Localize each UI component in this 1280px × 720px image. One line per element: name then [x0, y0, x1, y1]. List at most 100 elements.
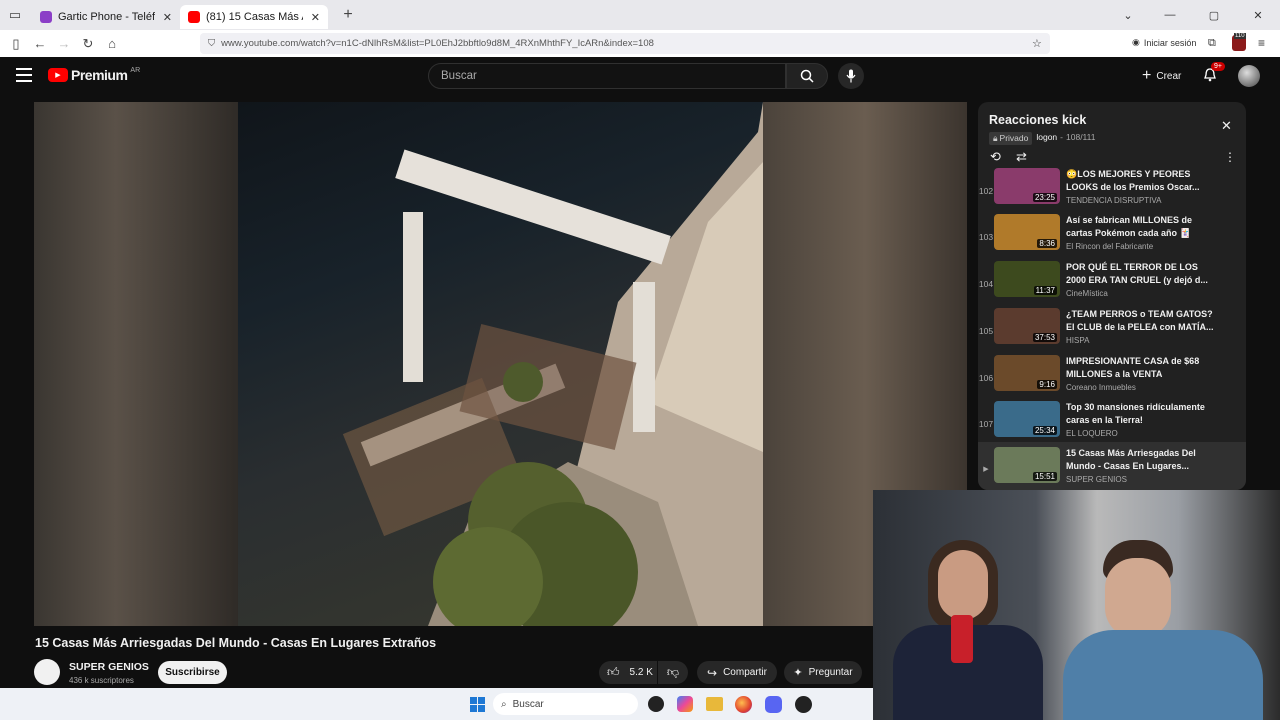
- obs-icon[interactable]: [795, 696, 812, 713]
- item-title: 😳LOS MEJORES Y PEORES LOOKS de los Premi…: [1066, 169, 1200, 192]
- create-button[interactable]: + Crear: [1132, 63, 1191, 89]
- copilot-icon[interactable]: [648, 696, 664, 712]
- shield-icon: ⛉: [208, 38, 216, 49]
- shuffle-icon[interactable]: ⇄: [1016, 149, 1027, 165]
- privacy-badge: 🔒︎ Privado: [989, 132, 1033, 145]
- like-count: 5.2 K: [629, 667, 653, 678]
- video-thumbnail: 25:34: [994, 401, 1060, 437]
- search-button[interactable]: [786, 63, 828, 89]
- extensions-icon[interactable]: ⧉: [1208, 37, 1216, 50]
- lock-icon: 🔒︎: [993, 133, 998, 143]
- close-tab-icon[interactable]: ✕: [163, 11, 172, 24]
- notification-badge: 9+: [1211, 62, 1225, 71]
- youtube-logo[interactable]: ▶ Premium AR: [48, 67, 140, 83]
- forward-icon[interactable]: →: [52, 36, 76, 51]
- ext-badge: 110: [1234, 33, 1246, 39]
- video-player[interactable]: [34, 102, 967, 626]
- thumbs-up-icon: 👍︎: [607, 665, 620, 679]
- webcam-overlay: [873, 490, 1280, 720]
- item-title: IMPRESIONANTE CASA de $68 MILLONES a la …: [1066, 356, 1200, 379]
- youtube-favicon-icon: [188, 11, 200, 23]
- signin-button[interactable]: ◉ Iniciar sesión: [1132, 37, 1196, 48]
- item-channel: HISPA: [1066, 336, 1090, 345]
- loop-icon[interactable]: ⟲: [990, 149, 1001, 165]
- list-item-current[interactable]: ▶ 15:51 15 Casas Más Arriesgadas Del Mun…: [978, 442, 1246, 490]
- channel-avatar[interactable]: [34, 659, 60, 685]
- list-item[interactable]: 107 25:34 Top 30 mansiones ridículamente…: [978, 401, 1246, 447]
- list-item[interactable]: 104 11:37 POR QUÉ EL TERROR DE LOS 2000 …: [978, 261, 1246, 307]
- colorful-app-icon[interactable]: [677, 696, 693, 712]
- person-left: [893, 540, 1043, 720]
- close-tab-icon[interactable]: ✕: [311, 11, 320, 24]
- youtube-header: ▶ Premium AR Buscar + Crear 9+: [0, 57, 1280, 97]
- item-index: 103: [978, 232, 994, 242]
- duration-badge: 23:25: [1032, 193, 1057, 202]
- video-thumbnail: 23:25: [994, 168, 1060, 204]
- tab-label: (81) 15 Casas Más Arriesgadas: [206, 11, 303, 23]
- signin-label: Iniciar sesión: [1143, 37, 1197, 48]
- windows-start-icon[interactable]: [470, 697, 485, 712]
- taskbar-search[interactable]: ⌕ Buscar: [493, 693, 638, 715]
- item-channel: EL LOQUERO: [1066, 429, 1118, 438]
- video-title: 15 Casas Más Arriesgadas Del Mundo - Cas…: [35, 636, 437, 650]
- list-item[interactable]: 102 23:25 😳LOS MEJORES Y PEORES LOOKS de…: [978, 168, 1246, 214]
- channel-name[interactable]: SUPER GENIOS: [69, 661, 149, 673]
- firefox-icon[interactable]: [735, 696, 752, 713]
- playlist-owner[interactable]: logon: [1036, 132, 1057, 145]
- playlist-meta: 🔒︎ Privado logon - 108/111: [989, 132, 1095, 145]
- microphone-icon: [846, 69, 856, 83]
- back-icon[interactable]: ←: [28, 36, 52, 51]
- voice-search-button[interactable]: [838, 63, 864, 89]
- tab-youtube[interactable]: (81) 15 Casas Más Arriesgadas ✕: [180, 5, 328, 29]
- item-title: Así se fabrican MILLONES de cartas Pokém…: [1066, 215, 1193, 238]
- like-button[interactable]: 👍︎ 5.2 K: [599, 661, 657, 684]
- tab-list-icon[interactable]: ▭: [2, 7, 28, 23]
- duration-badge: 8:36: [1037, 239, 1057, 248]
- menu-icon[interactable]: ≡: [1258, 36, 1265, 50]
- person-right: [1063, 540, 1263, 720]
- hamburger-icon[interactable]: [16, 68, 32, 82]
- reload-icon[interactable]: ↻: [76, 36, 100, 52]
- list-item[interactable]: 103 8:36 Así se fabrican MILLONES de car…: [978, 214, 1246, 260]
- create-label: Crear: [1156, 70, 1182, 82]
- file-explorer-icon[interactable]: [706, 697, 723, 711]
- list-item[interactable]: 106 9:16 IMPRESIONANTE CASA de $68 MILLO…: [978, 355, 1246, 401]
- browser-nav-bar: ▯ ← → ↻ ⌂ ⛉ www.youtube.com/watch?v=n1C-…: [0, 30, 1280, 57]
- close-window-icon[interactable]: ✕: [1236, 9, 1280, 22]
- item-index: 104: [978, 279, 994, 289]
- more-options-icon[interactable]: ⋮: [1224, 150, 1236, 164]
- share-button[interactable]: ↪ Compartir: [697, 661, 777, 684]
- close-icon[interactable]: ✕: [1221, 118, 1232, 134]
- subscribe-button[interactable]: Suscribirse: [158, 661, 227, 684]
- notifications-button[interactable]: 9+: [1202, 62, 1225, 85]
- home-icon[interactable]: ⌂: [100, 36, 124, 51]
- soda-can: [951, 615, 973, 663]
- list-item[interactable]: 105 37:53 ¿TEAM PERROS o TEAM GATOS? El …: [978, 308, 1246, 354]
- item-index: 106: [978, 373, 994, 383]
- tab-gartic[interactable]: Gartic Phone - Teléfono Descon ✕: [32, 5, 180, 29]
- privacy-label: Privado: [999, 133, 1029, 143]
- search-input[interactable]: Buscar: [428, 63, 786, 89]
- new-tab-icon[interactable]: +: [336, 6, 360, 24]
- playlist-title[interactable]: Reacciones kick: [989, 113, 1086, 127]
- bookmark-star-icon[interactable]: ☆: [1032, 37, 1042, 50]
- ask-button[interactable]: ✦ Preguntar: [784, 661, 862, 684]
- playlist-panel: Reacciones kick 🔒︎ Privado logon - 108/1…: [978, 102, 1246, 490]
- sidebar-toggle-icon[interactable]: ▯: [4, 36, 28, 52]
- tabs-dropdown-icon[interactable]: ⌄: [1108, 9, 1148, 22]
- minimize-icon[interactable]: —: [1148, 9, 1192, 21]
- avatar[interactable]: [1238, 65, 1260, 87]
- video-thumbnail: 37:53: [994, 308, 1060, 344]
- dislike-button[interactable]: 👎︎: [658, 661, 688, 684]
- item-channel: CineMística: [1066, 289, 1108, 298]
- account-icon: ◉: [1132, 37, 1140, 47]
- search-icon: [800, 69, 814, 83]
- share-label: Compartir: [723, 667, 767, 678]
- address-bar[interactable]: ⛉ www.youtube.com/watch?v=n1C-dNlhRsM&li…: [200, 33, 1050, 54]
- cliff-house-image: [342, 102, 763, 626]
- maximize-icon[interactable]: ▢: [1192, 9, 1236, 22]
- search-icon: ⌕: [501, 698, 507, 710]
- logo-label: Premium: [71, 67, 128, 83]
- discord-icon[interactable]: [765, 696, 782, 713]
- windows-taskbar: ⌕ Buscar: [0, 688, 873, 720]
